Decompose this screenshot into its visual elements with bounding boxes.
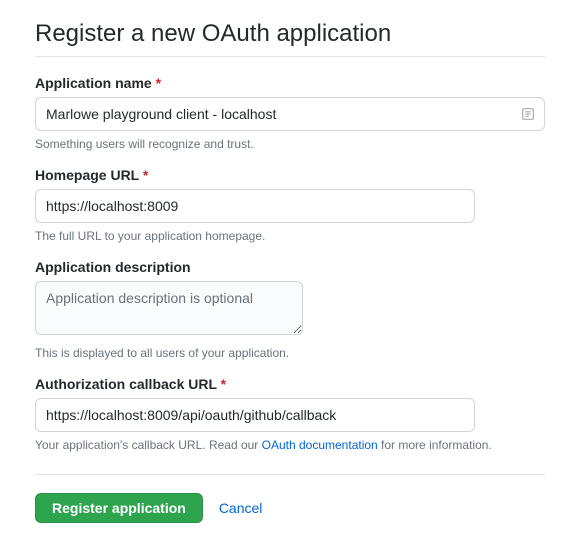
oauth-docs-link[interactable]: OAuth documentation [262, 438, 378, 452]
callback-help-suffix: for more information. [378, 438, 492, 452]
app-desc-help: This is displayed to all users of your a… [35, 346, 545, 360]
required-marker: * [221, 376, 226, 392]
homepage-url-input[interactable] [35, 189, 475, 223]
required-marker: * [156, 75, 161, 91]
callback-url-input[interactable] [35, 398, 475, 432]
page-title: Register a new OAuth application [35, 20, 545, 57]
required-marker: * [143, 167, 148, 183]
field-homepage-url: Homepage URL * The full URL to your appl… [35, 167, 545, 243]
field-callback-url: Authorization callback URL * Your applic… [35, 376, 545, 452]
app-name-label-text: Application name [35, 75, 152, 91]
callback-help-prefix: Your application's callback URL. Read ou… [35, 438, 262, 452]
homepage-url-help: The full URL to your application homepag… [35, 229, 545, 243]
app-name-label: Application name * [35, 75, 545, 91]
form-actions: Register application Cancel [35, 474, 545, 523]
callback-url-label: Authorization callback URL * [35, 376, 545, 392]
app-name-help: Something users will recognize and trust… [35, 137, 545, 151]
callback-url-help: Your application's callback URL. Read ou… [35, 438, 545, 452]
app-desc-textarea[interactable] [35, 281, 303, 335]
callback-url-label-text: Authorization callback URL [35, 376, 217, 392]
autofill-icon [521, 107, 535, 121]
homepage-url-label: Homepage URL * [35, 167, 545, 183]
field-application-description: Application description This is displaye… [35, 259, 545, 360]
app-name-input[interactable] [35, 97, 545, 131]
register-application-button[interactable]: Register application [35, 493, 203, 523]
homepage-url-label-text: Homepage URL [35, 167, 139, 183]
cancel-button[interactable]: Cancel [219, 500, 263, 516]
app-desc-label: Application description [35, 259, 545, 275]
field-application-name: Application name * Something users will … [35, 75, 545, 151]
